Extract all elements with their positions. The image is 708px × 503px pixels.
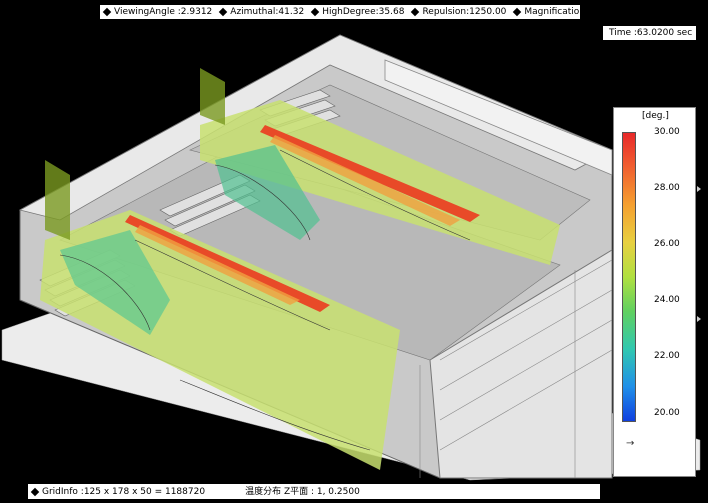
diamond-icon xyxy=(102,7,112,17)
status-bar: ViewingAngle :2.9312 Azimuthal:41.32 Hig… xyxy=(100,5,708,19)
simulation-window: ViewingAngle :2.9312 Azimuthal:41.32 Hig… xyxy=(0,0,708,503)
diamond-icon xyxy=(219,7,228,17)
magnification-readout: Magnification:7.9369 xyxy=(513,6,619,18)
diamond-icon xyxy=(30,487,40,496)
legend-color-bar xyxy=(622,132,636,422)
scroll-marker-icon[interactable] xyxy=(697,186,701,192)
grid-info: GridInfo :125 x 178 x 50 = 1188720 xyxy=(30,486,205,498)
legend-tick: 22.00 xyxy=(654,351,680,361)
simulation-viewport[interactable] xyxy=(0,0,708,503)
diamond-icon xyxy=(310,7,320,17)
diamond-icon xyxy=(513,7,522,17)
time-readout: Time :63.0200 sec xyxy=(603,26,696,40)
scroll-marker-icon[interactable] xyxy=(697,316,701,322)
legend-tick: 26.00 xyxy=(654,239,680,249)
legend-tick: 30.00 xyxy=(654,127,680,137)
repulsion-readout: Repulsion:1250.00 xyxy=(411,6,506,18)
high-degree-readout: HighDegree:35.68 xyxy=(310,6,404,18)
plane-info: 温度分布 Z平面 : 1, 0.2500 xyxy=(245,486,360,497)
viewing-angle-readout: ViewingAngle :2.9312 xyxy=(102,6,212,18)
legend-tick: 24.00 xyxy=(654,295,680,305)
diamond-icon xyxy=(411,7,420,17)
plane-edge-front xyxy=(45,160,70,240)
azimuthal-readout: Azimuthal:41.32 xyxy=(219,6,304,18)
legend-tick: 28.00 xyxy=(654,183,680,193)
temperature-legend: [deg.] 30.00 28.00 26.00 24.00 22.00 20.… xyxy=(613,107,696,477)
arrow-icon: → xyxy=(626,438,635,449)
plane-edge-back xyxy=(200,68,225,125)
legend-tick: 20.00 xyxy=(654,408,680,418)
legend-unit: [deg.] xyxy=(642,111,669,121)
info-bar: GridInfo :125 x 178 x 50 = 1188720 温度分布 … xyxy=(28,484,600,499)
rendering-readout: RenderingRsrc:8820768 xyxy=(626,6,708,18)
diamond-icon xyxy=(626,7,635,17)
